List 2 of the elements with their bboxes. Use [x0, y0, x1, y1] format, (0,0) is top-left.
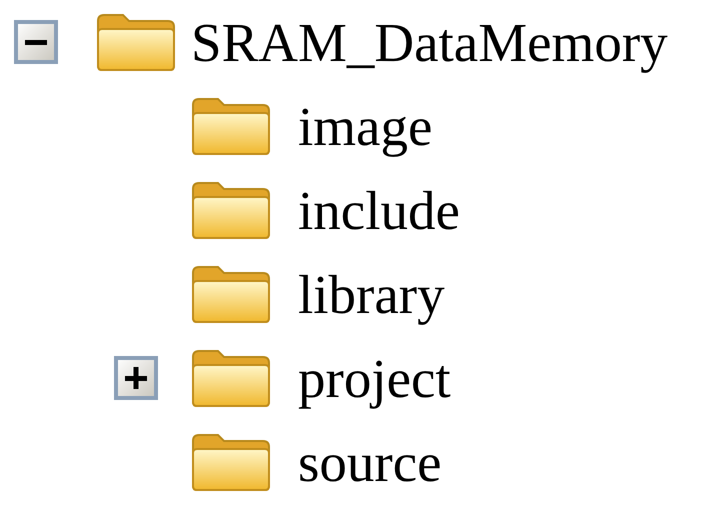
folder-label[interactable]: source	[298, 434, 442, 490]
folder-label[interactable]: include	[298, 182, 460, 238]
